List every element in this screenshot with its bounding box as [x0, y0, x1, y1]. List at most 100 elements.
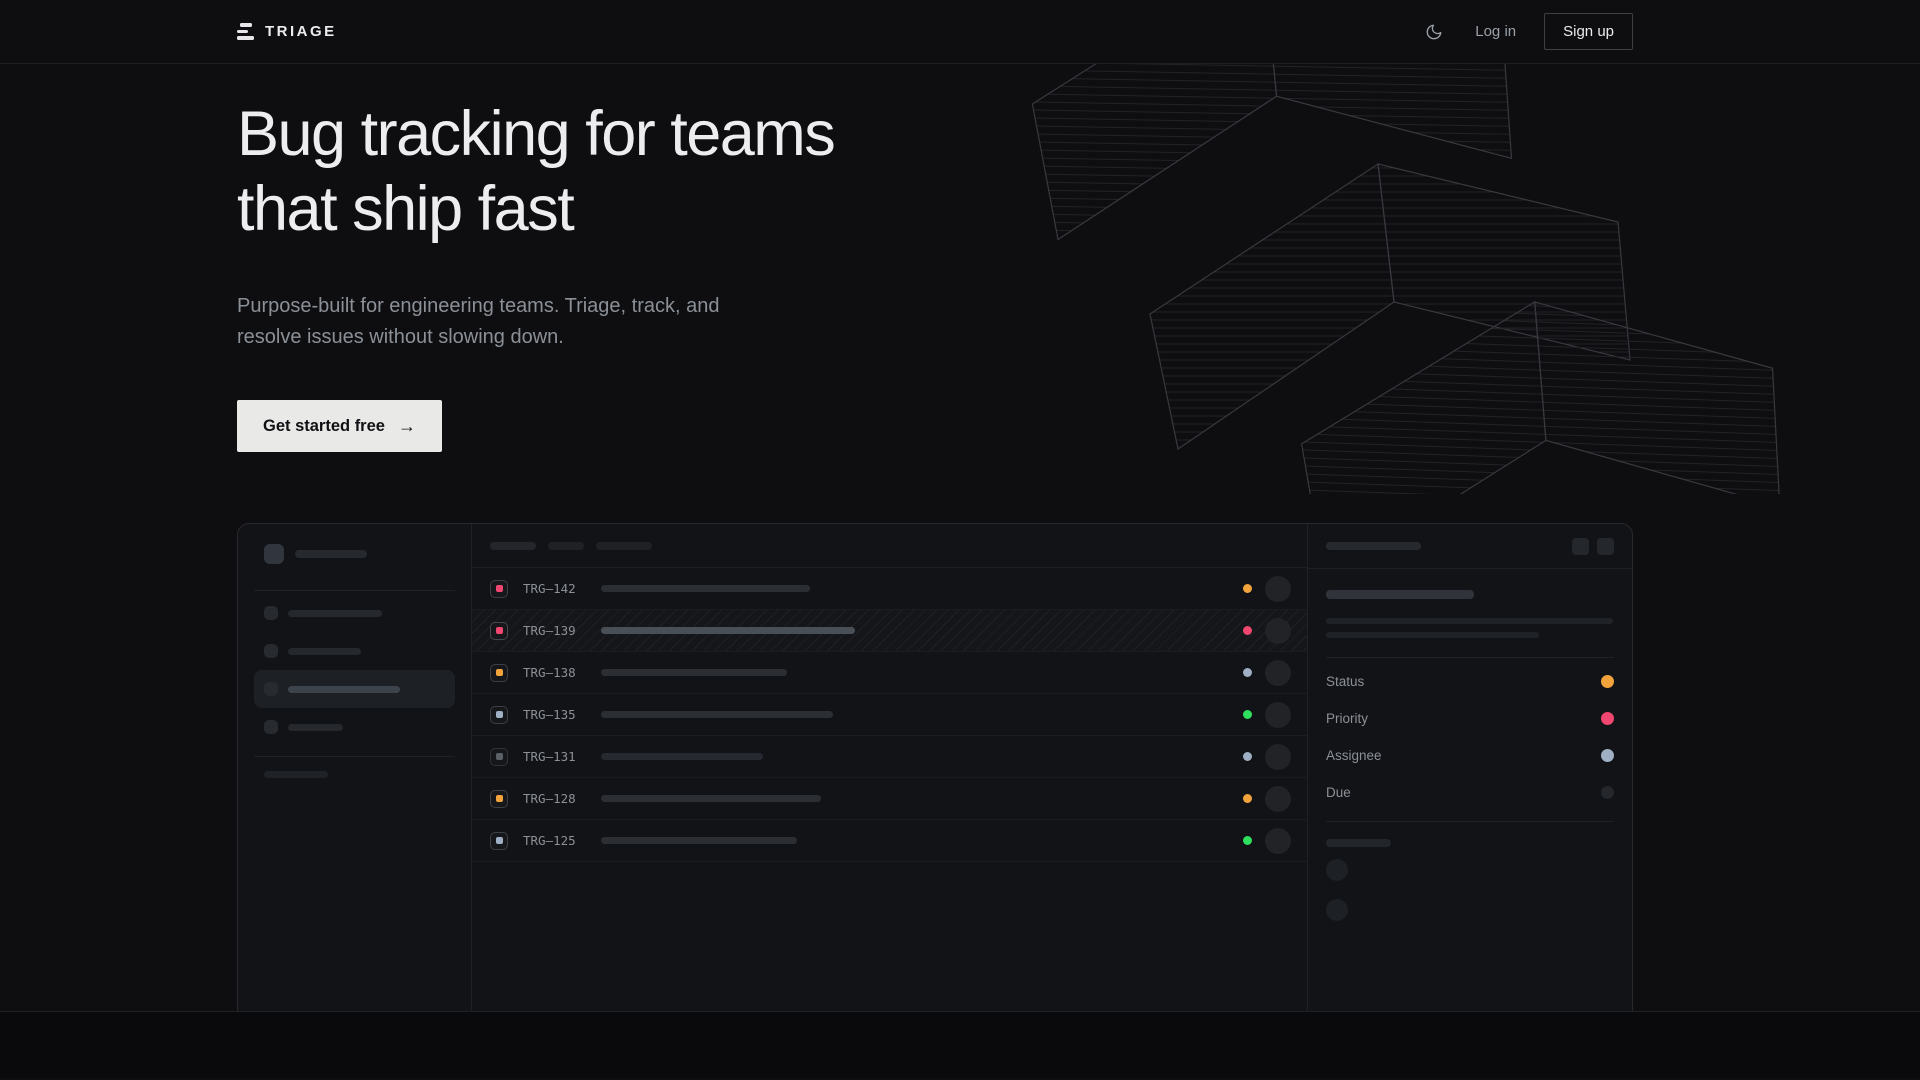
issue-avatar: [1265, 828, 1291, 854]
issue-id: TRG–135: [523, 707, 587, 722]
field-row-due: Due: [1326, 774, 1614, 811]
mockup-sidebar-logo: [254, 544, 455, 564]
divider: [254, 756, 455, 757]
skeleton-avatar: [1326, 859, 1348, 881]
app-preview-mockup: TRG–142 TRG–139 TRG–138: [237, 523, 1633, 1012]
theme-toggle-button[interactable]: [1421, 19, 1447, 45]
skeleton-bar: [264, 771, 328, 778]
issue-row: TRG–138: [472, 652, 1307, 694]
skeleton-title-bar: [1326, 590, 1474, 599]
get-started-button[interactable]: Get started free →: [237, 400, 442, 452]
issue-status-dot: [1243, 836, 1252, 845]
issue-type-icon: [490, 832, 508, 850]
issue-type-icon: [490, 706, 508, 724]
field-row-priority: Priority: [1326, 700, 1614, 737]
issue-status-dot: [1243, 668, 1252, 677]
issue-avatar: [1265, 618, 1291, 644]
skeleton-bar: [1326, 632, 1539, 638]
issue-row: TRG–142: [472, 568, 1307, 610]
issue-title-placeholder: [601, 795, 821, 802]
issue-id: TRG–128: [523, 791, 587, 806]
top-nav: TRIAGE Log in Sign up: [0, 0, 1920, 64]
issue-row: TRG–135: [472, 694, 1307, 736]
triage-logo-icon: [237, 23, 254, 40]
hero-title: Bug tracking for teamsthat ship fast: [237, 64, 1633, 247]
detail-fields: Status Priority Assignee Due: [1326, 663, 1614, 811]
issue-row: TRG–139: [472, 610, 1307, 652]
divider: [1326, 657, 1614, 658]
sidebar-item-placeholder: [254, 594, 455, 632]
sidebar-item-placeholder: [254, 708, 455, 746]
mockup-detail-header: [1308, 524, 1632, 569]
issue-avatar: [1265, 576, 1291, 602]
sign-up-button[interactable]: Sign up: [1544, 13, 1633, 50]
issue-avatar: [1265, 786, 1291, 812]
issue-type-icon: [490, 790, 508, 808]
field-row-status: Status: [1326, 663, 1614, 700]
sidebar-item-placeholder: [254, 632, 455, 670]
issue-status-dot: [1243, 794, 1252, 803]
issue-avatar: [1265, 744, 1291, 770]
skeleton-bar: [1326, 542, 1421, 550]
issue-id: TRG–139: [523, 623, 587, 638]
issue-avatar: [1265, 660, 1291, 686]
mockup-detail-panel: Status Priority Assignee Due: [1307, 524, 1632, 1012]
skeleton-bar: [1326, 839, 1391, 847]
log-in-button[interactable]: Log in: [1475, 23, 1516, 40]
issue-status-dot: [1243, 584, 1252, 593]
mockup-sidebar: [238, 524, 472, 1012]
skeleton-avatar: [1326, 899, 1348, 921]
brand-name: TRIAGE: [265, 23, 337, 40]
field-value-dot: [1601, 786, 1614, 799]
issue-title-placeholder: [601, 753, 763, 760]
issue-row: TRG–128: [472, 778, 1307, 820]
issue-id: TRG–125: [523, 833, 587, 848]
field-value-dot: [1601, 749, 1614, 762]
field-value-dot: [1601, 712, 1614, 725]
get-started-label: Get started free: [263, 417, 385, 436]
skeleton-button: [1597, 538, 1614, 555]
field-value-dot: [1601, 675, 1614, 688]
issue-id: TRG–142: [523, 581, 587, 596]
field-label: Status: [1326, 674, 1364, 689]
issue-type-icon: [490, 664, 508, 682]
detail-header-buttons: [1572, 538, 1614, 555]
hero-subtitle: Purpose-built for engineering teams. Tri…: [237, 291, 747, 353]
issue-id: TRG–138: [523, 665, 587, 680]
skeleton-tab: [548, 542, 584, 550]
divider: [1326, 821, 1614, 822]
sidebar-item-placeholder-active: [254, 670, 455, 708]
field-label: Assignee: [1326, 748, 1382, 763]
issue-status-dot: [1243, 752, 1252, 761]
issue-title-placeholder: [601, 837, 797, 844]
issue-type-icon: [490, 622, 508, 640]
skeleton-tab: [596, 542, 652, 550]
issue-status-dot: [1243, 710, 1252, 719]
field-row-assignee: Assignee: [1326, 737, 1614, 774]
issue-id: TRG–131: [523, 749, 587, 764]
issue-status-dot: [1243, 626, 1252, 635]
mockup-issue-list: TRG–142 TRG–139 TRG–138: [472, 524, 1307, 1012]
divider: [254, 590, 455, 591]
issue-title-placeholder: [601, 585, 810, 592]
issue-avatar: [1265, 702, 1291, 728]
mockup-list-header: [472, 524, 1307, 568]
issue-type-icon: [490, 748, 508, 766]
field-label: Priority: [1326, 711, 1368, 726]
skeleton-tab: [490, 542, 536, 550]
logo-placeholder: [264, 544, 284, 564]
moon-icon: [1425, 23, 1443, 41]
issue-title-placeholder: [601, 711, 833, 718]
arrow-right-icon: →: [398, 416, 416, 437]
skeleton-button: [1572, 538, 1589, 555]
skeleton-bar: [1326, 618, 1613, 624]
issue-type-icon: [490, 580, 508, 598]
skeleton-bar: [295, 550, 367, 558]
brand-logo[interactable]: TRIAGE: [237, 23, 337, 40]
field-label: Due: [1326, 785, 1351, 800]
issue-title-placeholder: [601, 669, 787, 676]
issue-row: TRG–131: [472, 736, 1307, 778]
issue-title-placeholder: [601, 627, 855, 634]
mockup-sidebar-items: [254, 594, 455, 746]
footer-section: [0, 1012, 1920, 1078]
